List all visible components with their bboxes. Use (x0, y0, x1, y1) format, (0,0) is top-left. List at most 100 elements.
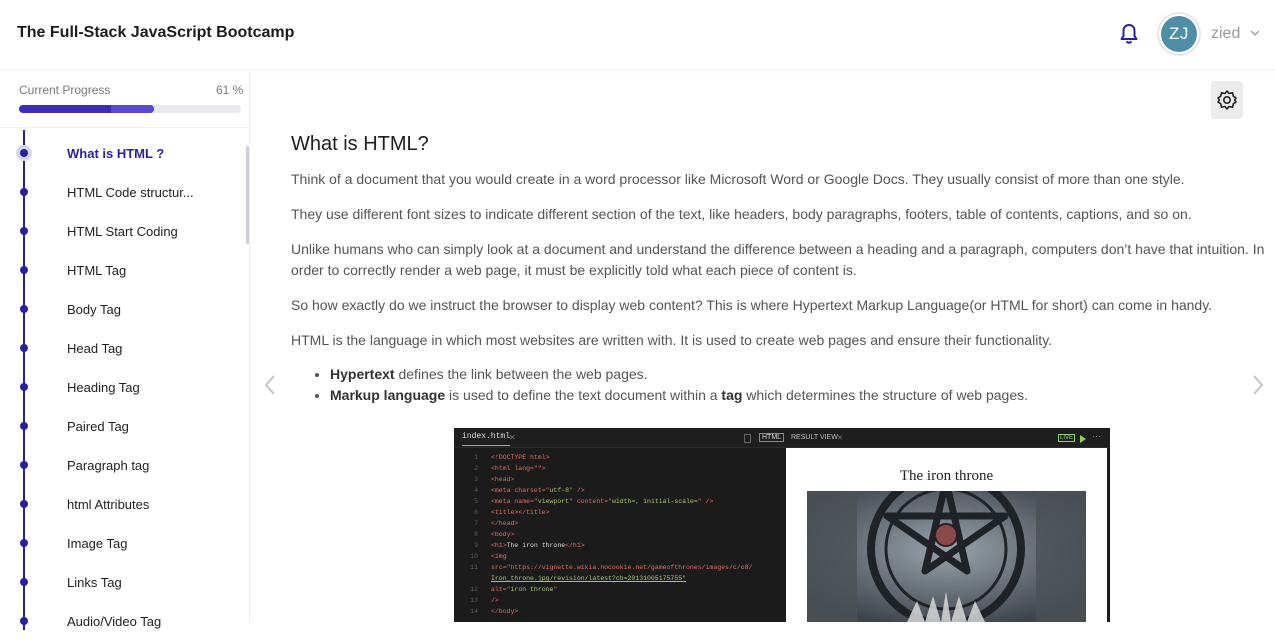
sidebar-lesson-item[interactable]: Body Tag (0, 290, 245, 329)
line-number: 4 (474, 487, 478, 494)
bullet-list: Hypertext defines the link between the w… (330, 364, 1266, 406)
lesson-dot-icon (20, 227, 28, 235)
sidebar-lesson-item[interactable]: HTML Tag (0, 251, 245, 290)
progress-bar-fill (19, 105, 155, 113)
bullet-text: which determines the structure of web pa… (742, 387, 1029, 403)
avatar-initials: ZJ (1161, 16, 1197, 52)
code-line: 4 <meta charset="utf-8" /> (454, 485, 782, 496)
lesson-label: HTML Tag (67, 263, 127, 278)
line-number: 2 (474, 465, 478, 472)
code-text: <meta charset="utf-8" /> (491, 487, 585, 494)
result-preview: The iron throne (786, 448, 1107, 622)
code-line: 1 <!DOCTYPE html> (454, 452, 782, 463)
sidebar-lesson-item[interactable]: Head Tag (0, 329, 245, 368)
html-tag: HTML (759, 433, 785, 442)
live-tag: LIVE (1058, 434, 1076, 442)
sidebar-lesson-item[interactable]: Links Tag (0, 563, 245, 602)
sidebar-lesson-item[interactable]: HTML Code structur... (0, 173, 245, 212)
sidebar-lesson-item[interactable]: Heading Tag (0, 368, 245, 407)
avatar[interactable]: ZJ (1157, 12, 1201, 56)
line-number: 14 (470, 608, 478, 615)
code-line: 11 src="https://vignette.wikia.nocookie.… (454, 562, 782, 573)
lesson-dot-icon (20, 500, 28, 508)
bullet-text: defines the link between the web pages. (394, 366, 648, 382)
code-editor: 1 <!DOCTYPE html> 2 <html lang=""> 3 <head> 4… (454, 452, 782, 617)
code-text: <meta name="viewport" content="width=, i… (491, 498, 714, 505)
code-line: 13 /> (454, 595, 782, 606)
sidebar-lesson-item[interactable]: Paired Tag (0, 407, 245, 446)
code-line: 3 <head> (454, 474, 782, 485)
line-number: 7 (474, 520, 478, 527)
iron-throne-photo (807, 491, 1086, 622)
code-text: <head> (491, 476, 515, 483)
code-text: <img (491, 553, 507, 560)
bullet-text: is used to define the text document with… (445, 387, 722, 403)
code-text: <!DOCTYPE html> (491, 454, 550, 461)
sidebar-lesson-item[interactable]: html Attributes (0, 485, 245, 524)
lesson-dot-icon (20, 539, 28, 547)
code-text: alt="iron throne" (491, 586, 558, 593)
code-line: 8 <body> (454, 529, 782, 540)
code-line: 10 <img (454, 551, 782, 562)
line-number: 13 (470, 597, 478, 604)
code-text: </body> (491, 608, 519, 615)
code-text: <body> (491, 531, 515, 538)
lesson-dot-icon (20, 344, 28, 352)
lesson-dot-icon (20, 422, 28, 430)
close-icon: ✕ (509, 433, 516, 442)
lesson-label: What is HTML ? (67, 146, 165, 161)
lesson-label: Body Tag (67, 302, 121, 317)
sidebar-scrollbar[interactable] (246, 146, 249, 244)
bullet-term: tag (721, 387, 743, 403)
sidebar-lesson-item[interactable]: What is HTML ? (0, 134, 245, 173)
code-line: 2 <html lang=""> (454, 463, 782, 474)
lesson-label: Paragraph tag (67, 458, 150, 473)
paragraph: Unlike humans who can simply look at a d… (291, 241, 1265, 278)
lesson-label: HTML Start Coding (67, 224, 178, 239)
line-number: 11 (470, 564, 478, 571)
lesson-sidebar: Current Progress 61 % What is HTML ? HTML… (0, 72, 250, 630)
lesson-dot-icon (20, 578, 28, 586)
sidebar-lesson-item[interactable]: HTML Start Coding (0, 212, 245, 251)
line-number: 6 (474, 509, 478, 516)
paragraph: Think of a document that you would creat… (291, 171, 1185, 187)
code-text: </head> (491, 520, 519, 527)
editor-toolbar: index.html ✕ HTML RESULT VIEW ✕ LIVE ··· (454, 428, 1110, 448)
code-line: 6 <title></title> (454, 507, 782, 518)
lesson-dot-icon (20, 266, 28, 274)
lesson-dot-icon (20, 305, 28, 313)
gear-icon (1217, 90, 1237, 110)
code-line: Iron_throne.jpg/revision/latest?cb=20131… (454, 573, 782, 584)
bullet-term: Hypertext (330, 366, 395, 382)
username[interactable]: zied (1211, 25, 1240, 43)
line-number: 3 (474, 476, 478, 483)
code-line: 5 <meta name="viewport" content="width=,… (454, 496, 782, 507)
paragraph: They use different font sizes to indicat… (291, 206, 1192, 222)
progress-bar (19, 105, 241, 113)
line-number: 1 (474, 454, 478, 461)
lesson-dot-icon (20, 149, 28, 157)
notification-bell-icon[interactable] (1119, 23, 1139, 45)
sidebar-lesson-item[interactable]: Paragraph tag (0, 446, 245, 485)
lesson-dot-icon (20, 188, 28, 196)
line-number: 8 (474, 531, 478, 538)
code-line: 7 </head> (454, 518, 782, 529)
progress-value: 61 % (216, 83, 244, 97)
lesson-list: What is HTML ? HTML Code structur... HTML … (0, 134, 245, 641)
settings-button[interactable] (1211, 81, 1243, 119)
code-text: Iron_throne.jpg/revision/latest?cb=20131… (491, 575, 687, 582)
paragraph: HTML is the language in which most websi… (291, 332, 1053, 348)
lesson-label: Image Tag (67, 536, 128, 551)
lesson-label: Paired Tag (67, 419, 129, 434)
bullet-term: Markup language (330, 387, 446, 403)
code-text: src="https://vignette.wikia.nocookie.net… (491, 564, 753, 571)
lesson-dot-icon (20, 461, 28, 469)
play-icon (1080, 435, 1086, 443)
previous-lesson-arrow-icon[interactable] (263, 373, 277, 397)
progress-label: Current Progress (19, 83, 111, 97)
sidebar-lesson-item[interactable]: Image Tag (0, 524, 245, 563)
lesson-label: Head Tag (67, 341, 123, 356)
bullet-item: Hypertext defines the link between the w… (330, 364, 1266, 385)
chevron-down-icon[interactable] (1250, 29, 1260, 37)
top-header: The Full-Stack JavaScript Bootcamp ZJ zi… (0, 0, 1275, 70)
